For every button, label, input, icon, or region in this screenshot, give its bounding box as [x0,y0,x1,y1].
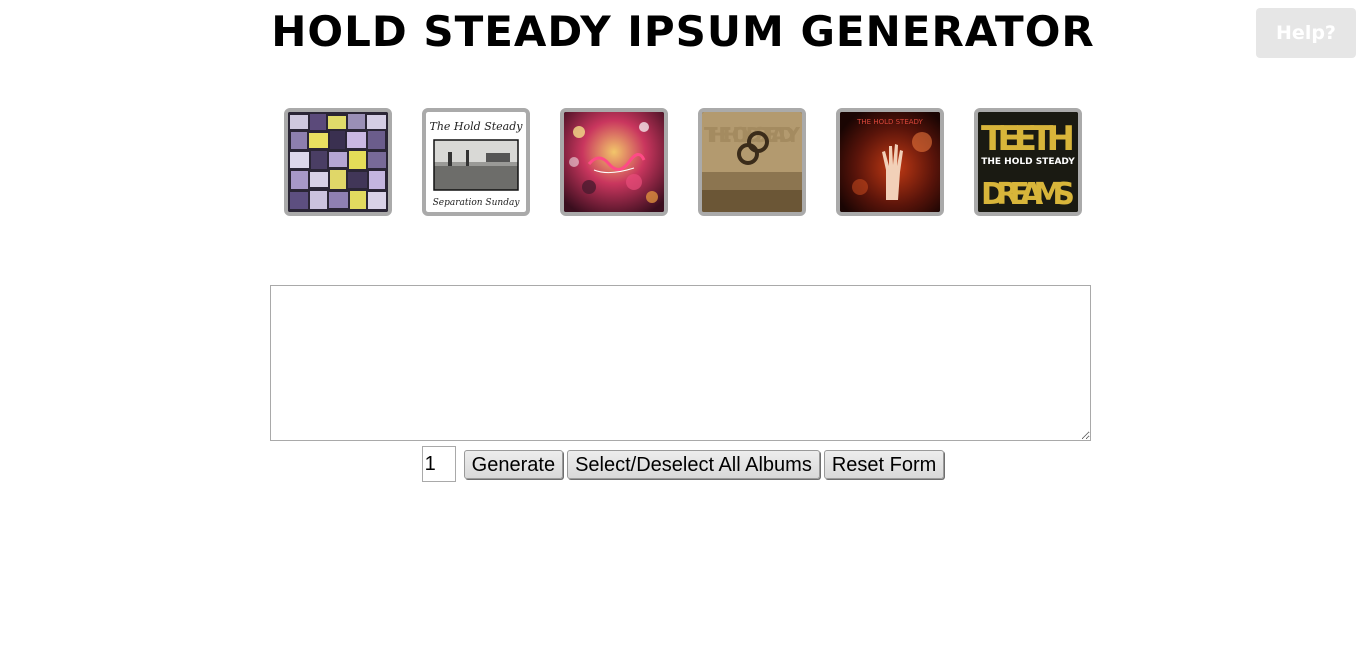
ipsum-output-textarea[interactable] [270,285,1091,441]
paragraph-count-input[interactable] [421,446,456,482]
album-cover-6[interactable]: TEETH THE HOLD STEADY DREAMS [974,108,1082,216]
cover-dreams-text: DREAMS [981,177,1075,212]
raised-hand-cover: THE HOLD STEADY [840,112,940,212]
cover-title-text: THE HOLD STEADY [856,118,923,126]
album-cover-3[interactable] [560,108,668,216]
photo-collage-cover [288,112,388,212]
cover-title-text: The Hold Steady [430,120,524,133]
teeth-dreams-cover: TEETH THE HOLD STEADY DREAMS [978,112,1078,212]
cover-subtitle-text: Separation Sunday [433,198,521,208]
page-title: HOLD STEADY IPSUM GENERATOR [271,7,1095,56]
album-selector: The Hold Steady Separation Sunday THE HO… [284,108,1084,216]
generate-button[interactable]: Generate [463,450,564,479]
crowd-party-cover [564,112,664,212]
help-button[interactable]: Help? [1256,8,1356,58]
album-cover-1[interactable] [284,108,392,216]
separation-sunday-cover: The Hold Steady Separation Sunday [426,112,526,212]
page: HOLD STEADY IPSUM GENERATOR Help? The Ho… [0,0,1366,653]
album-cover-5[interactable]: THE HOLD STEADY [836,108,944,216]
cover-teeth-text: TEETH [981,119,1075,159]
album-cover-2[interactable]: The Hold Steady Separation Sunday [422,108,530,216]
select-all-albums-button[interactable]: Select/Deselect All Albums [567,450,820,479]
album-cover-4[interactable]: THE HOLD STEADY [698,108,806,216]
cover-title-text: THE HOLD STEADY [981,157,1075,167]
reset-form-button[interactable]: Reset Form [823,450,945,479]
generator-controls: Generate Select/Deselect All Albums Rese… [0,446,1366,482]
sepia-landscape-cover: THE HOLD STEADY [702,112,802,212]
